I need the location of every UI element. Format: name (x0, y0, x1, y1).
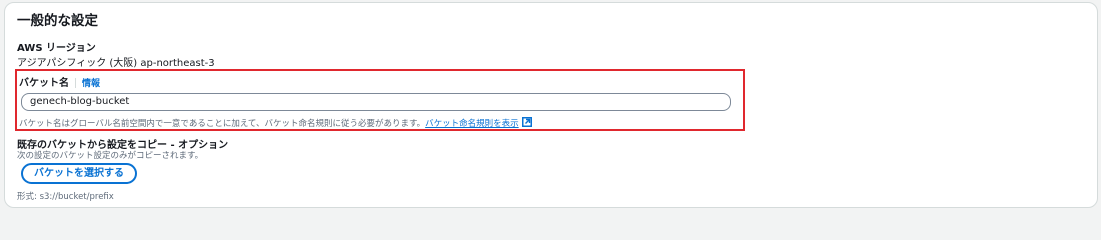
external-link-icon[interactable] (521, 117, 532, 130)
bucket-name-label: バケット名 (19, 78, 69, 89)
choose-bucket-button[interactable]: バケットを選択する (21, 163, 137, 184)
bucket-name-input[interactable]: genech-blog-bucket (21, 93, 731, 111)
bucket-name-help: バケット名はグローバル名前空間内で一意であることに加えて、バケット命名規則に従う… (19, 117, 532, 130)
general-settings-panel: 一般的な設定 AWS リージョン アジアパシフィック (大阪) ap-north… (4, 2, 1098, 208)
panel-title: 一般的な設定 (17, 13, 98, 29)
naming-rules-link[interactable]: バケット命名規則を表示 (425, 119, 519, 129)
bucket-name-help-text: バケット名はグローバル名前空間内で一意であることに加えて、バケット命名規則に従う… (19, 119, 426, 129)
bucket-name-label-row: バケット名 情報 (19, 74, 100, 89)
region-label: AWS リージョン (17, 43, 96, 54)
label-divider (75, 78, 76, 88)
copy-settings-description: 次の設定のバケット設定のみがコピーされます。 (17, 151, 204, 161)
info-link[interactable]: 情報 (82, 79, 100, 89)
region-value: アジアパシフィック (大阪) ap-northeast-3 (17, 58, 215, 69)
format-hint: 形式: s3://bucket/prefix (17, 192, 114, 202)
